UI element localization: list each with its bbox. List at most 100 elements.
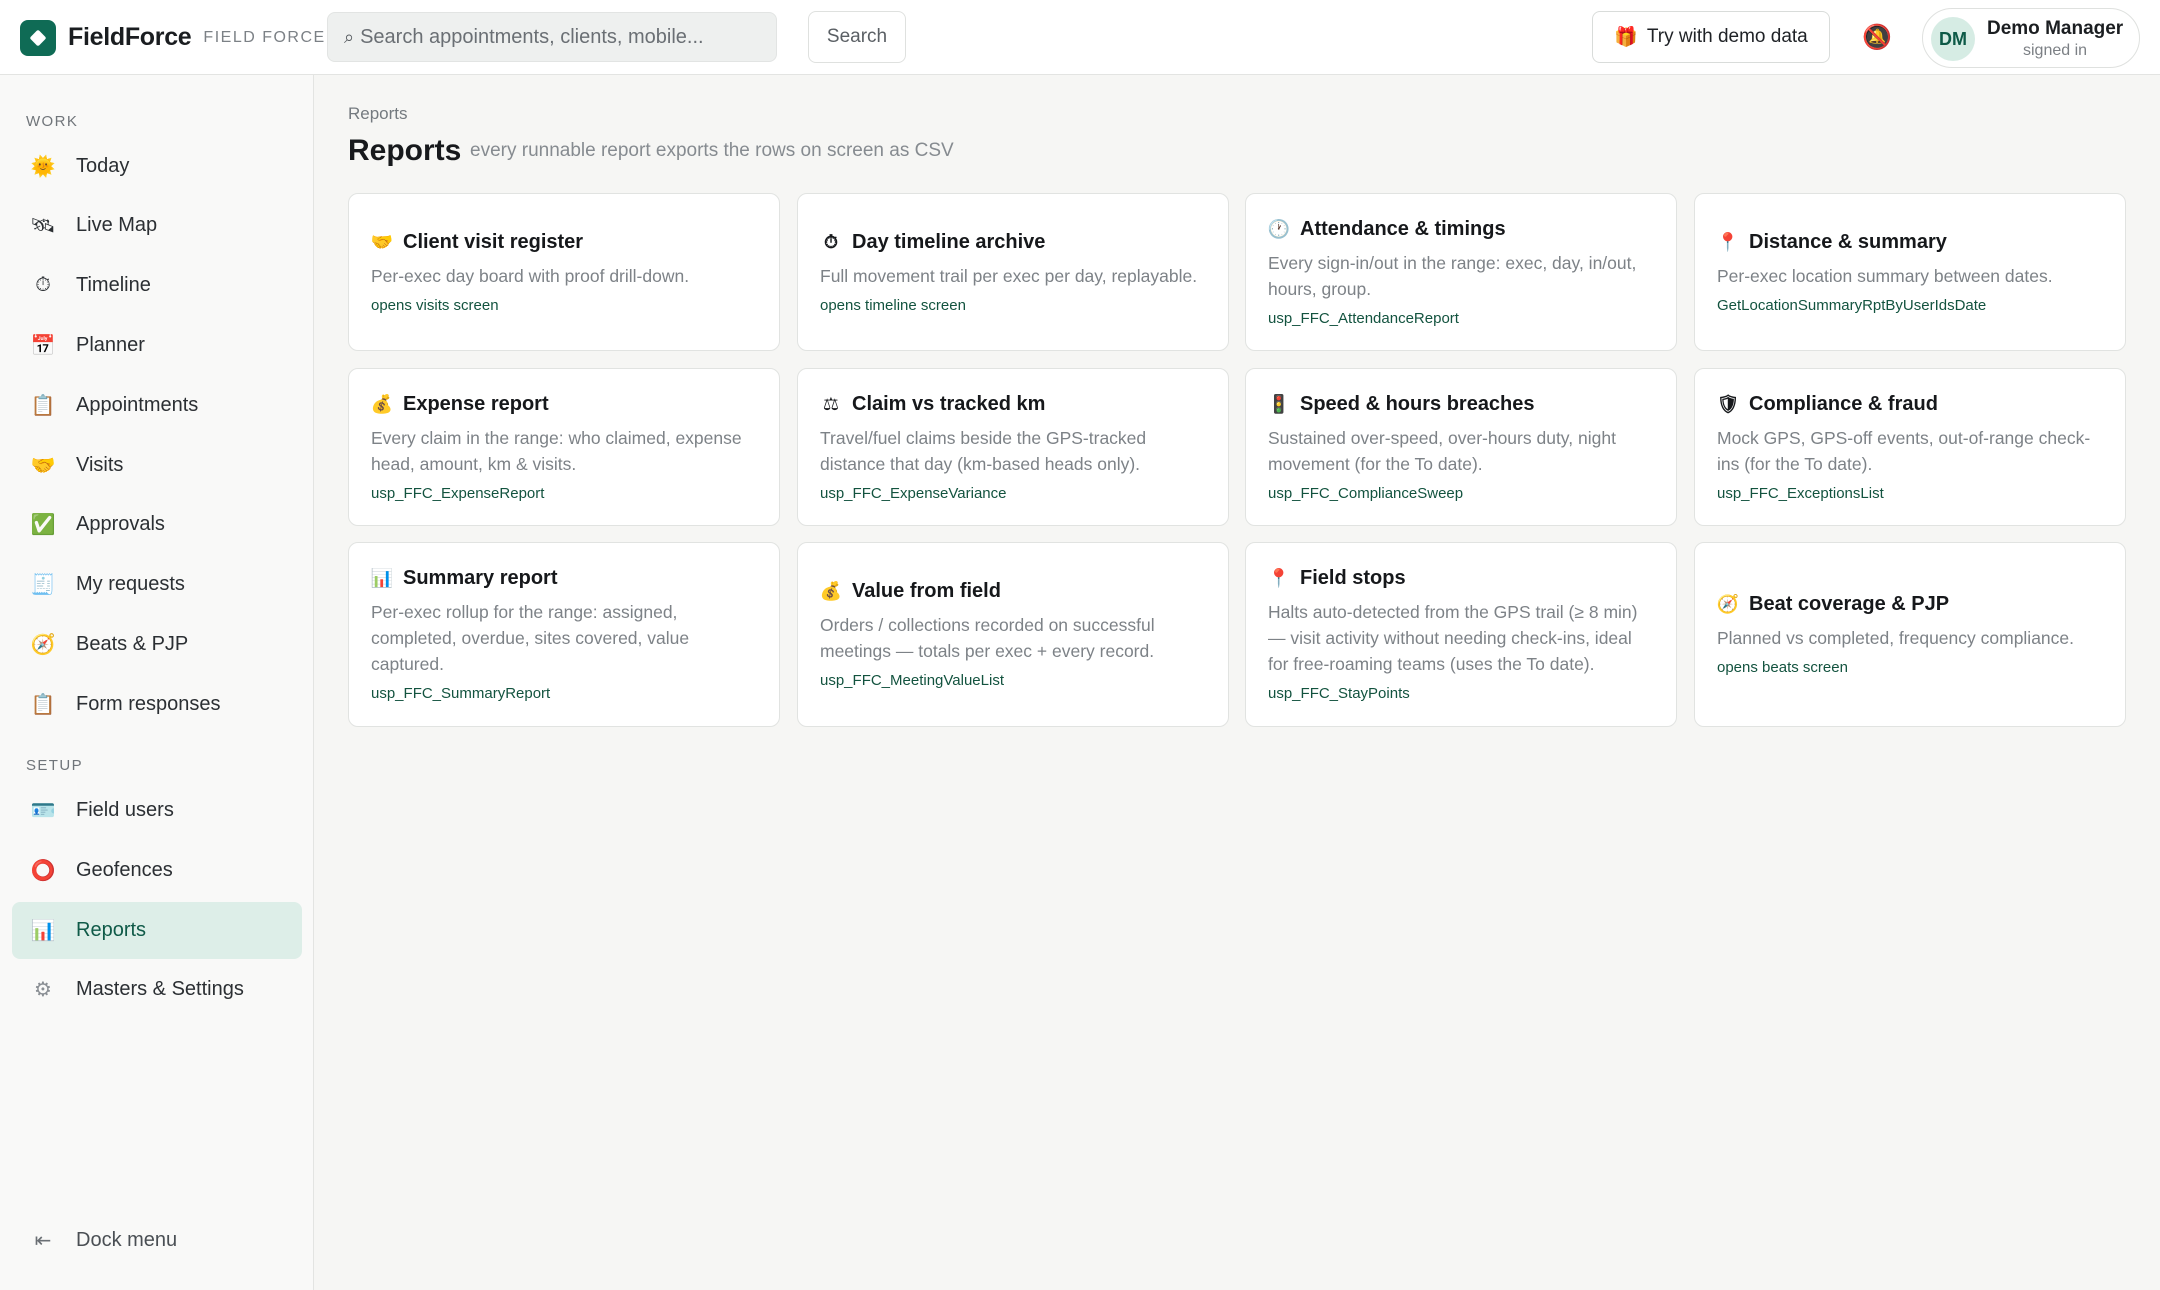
card-description: Orders / collections recorded on success…: [820, 615, 1155, 661]
money-bag-icon: 💰: [819, 581, 843, 601]
sidebar-item-label: Masters & Settings: [76, 978, 244, 1000]
card-title: Claim vs tracked km: [852, 392, 1046, 415]
card-title: Summary report: [403, 567, 558, 589]
card-title: Speed & hours breaches: [1300, 392, 1535, 415]
gear-icon: ⚙: [34, 979, 52, 1001]
brand-logo-icon: [20, 19, 56, 56]
sidebar-item-label: Visits: [76, 454, 124, 476]
report-card-client-visit-register[interactable]: 🤝 Client visit register Per-exec day boar…: [348, 193, 780, 351]
sidebar-item-timeline[interactable]: ⏱ Timeline: [12, 257, 302, 314]
compass-icon: 🧭: [1716, 594, 1740, 614]
card-description: Per-exec rollup for the range: assigned,…: [371, 602, 690, 674]
card-title: Attendance & timings: [1300, 217, 1506, 240]
sidebar-item-form-responses[interactable]: 📋 Form responses: [12, 676, 302, 733]
report-card-summary-report[interactable]: 📊 Summary report Per-exec rollup for the …: [348, 542, 780, 727]
try-demo-data-button[interactable]: 🎁 Try with demo data: [1592, 11, 1830, 63]
sidebar-item-visits[interactable]: 🤝 Visits: [12, 437, 302, 494]
card-source: GetLocationSummaryRptByUserIdsDate: [1717, 296, 1987, 314]
card-source: usp_FFC_AttendanceReport: [1268, 309, 1459, 327]
clock-icon: 🕐: [1267, 218, 1291, 239]
bar-chart-icon: 📊: [30, 920, 56, 942]
shield-icon: 🛡: [1716, 393, 1740, 414]
card-description: Every claim in the range: who claimed, e…: [371, 427, 742, 474]
compass-icon: 🧭: [30, 634, 56, 656]
user-menu[interactable]: DM Demo Manager signed in: [1922, 8, 2140, 68]
handshake-icon: 🤝: [370, 231, 394, 252]
brand-name: FieldForce: [68, 23, 192, 51]
gift-icon: 🎁: [1614, 27, 1638, 48]
report-card-compliance-fraud[interactable]: 🛡 Compliance & fraud Mock GPS, GPS-off ev…: [1694, 368, 2126, 526]
bell-muted-icon[interactable]: 🔕: [1862, 20, 1892, 54]
sidebar-item-label: Approvals: [76, 513, 165, 535]
sidebar-item-my-requests[interactable]: 🧾 My requests: [12, 556, 302, 613]
money-bag-icon: 💰: [370, 393, 394, 414]
card-description: Travel/fuel claims beside the GPS-tracke…: [820, 427, 1147, 474]
stopwatch-icon: ⏱: [823, 231, 839, 252]
report-card-speed-hours-breaches[interactable]: 🚦 Speed & hours breaches Sustained over-s…: [1245, 368, 1677, 526]
handshake-icon: 🤝: [30, 455, 56, 477]
card-description: Every sign-in/out in the range: exec, da…: [1268, 252, 1637, 299]
card-description: Sustained over-speed, over-hours duty, n…: [1268, 427, 1616, 474]
sidebar-item-approvals[interactable]: ✅ Approvals: [12, 496, 302, 553]
search-box[interactable]: ⌕: [327, 12, 777, 62]
card-source: usp_FFC_MeetingValueList: [820, 672, 1004, 689]
card-title: Day timeline archive: [852, 230, 1046, 253]
card-description: Per-exec day board with proof drill-down…: [371, 265, 690, 286]
calendar-icon: 📅: [30, 335, 56, 357]
report-card-expense-report[interactable]: 💰 Expense report Every claim in the range…: [348, 368, 780, 526]
card-description: Halts auto-detected from the GPS trail (…: [1268, 602, 1638, 674]
brand[interactable]: FieldForce FIELD FORCE: [20, 19, 326, 56]
ring-icon: ⭕: [30, 860, 56, 882]
sidebar-item-masters-settings[interactable]: ⚙ Masters & Settings: [12, 961, 302, 1018]
section-title-setup: SETUP: [26, 757, 84, 774]
report-card-value-from-field[interactable]: 💰 Value from field Orders / collections r…: [797, 542, 1229, 727]
card-source: usp_FFC_ComplianceSweep: [1268, 484, 1464, 502]
report-card-attendance-timings[interactable]: 🕐 Attendance & timings Every sign-in/out …: [1245, 193, 1677, 351]
sidebar-item-label: Form responses: [76, 693, 221, 715]
report-card-claim-vs-tracked-km[interactable]: ⚖ Claim vs tracked km Travel/fuel claims …: [797, 368, 1229, 526]
traffic-light-icon: 🚦: [1267, 393, 1291, 414]
report-card-distance-summary[interactable]: 📍 Distance & summary Per-exec location su…: [1694, 193, 2126, 351]
search-button[interactable]: Search: [808, 11, 906, 63]
search-icon: ⌕: [344, 26, 355, 47]
brand-tag: FIELD FORCE: [203, 28, 326, 46]
try-demo-data-label: Try with demo data: [1646, 26, 1808, 47]
search-input[interactable]: [360, 25, 761, 49]
card-source: opens timeline screen: [820, 296, 966, 314]
sidebar-item-today[interactable]: 🌞 Today: [12, 138, 302, 195]
card-source: usp_FFC_ExceptionsList: [1717, 484, 1884, 502]
card-source: usp_FFC_ExpenseVariance: [820, 484, 1007, 502]
sidebar-item-label: Planner: [76, 334, 145, 356]
bar-chart-icon: 📊: [370, 568, 394, 588]
dock-left-icon: ⇤: [34, 1229, 52, 1252]
avatar: DM: [1931, 17, 1975, 61]
card-source: usp_FFC_ExpenseReport: [371, 484, 545, 502]
report-card-day-timeline-archive[interactable]: ⏱ Day timeline archive Full movement trai…: [797, 193, 1229, 351]
sidebar-item-beats-pjp[interactable]: 🧭 Beats & PJP: [12, 616, 302, 673]
sidebar: WORK 🌞 Today 🛰 Live Map ⏱ Timeline 📅 Pla…: [0, 75, 314, 1290]
sidebar-item-geofences[interactable]: ⭕ Geofences: [12, 842, 302, 899]
sidebar-item-appointments[interactable]: 📋 Appointments: [12, 377, 302, 434]
card-title: Value from field: [852, 580, 1001, 602]
dock-menu-button[interactable]: ⇤ Dock menu: [12, 1218, 302, 1262]
receipt-icon: 🧾: [30, 574, 56, 596]
sidebar-item-label: Geofences: [76, 859, 173, 881]
stopwatch-icon: ⏱: [35, 274, 51, 296]
card-source: usp_FFC_StayPoints: [1268, 685, 1410, 702]
page-title: Reports: [348, 134, 462, 167]
sidebar-item-label: Beats & PJP: [76, 633, 189, 655]
card-description: Full movement trail per exec per day, re…: [820, 265, 1198, 286]
user-name: Demo Manager: [1987, 18, 2124, 39]
report-card-field-stops[interactable]: 📍 Field stops Halts auto-detected from th…: [1245, 542, 1677, 727]
scales-icon: ⚖: [822, 393, 840, 414]
sidebar-item-label: My requests: [76, 573, 185, 595]
satellite-icon: 🛰: [30, 215, 56, 237]
card-title: Expense report: [403, 392, 549, 415]
sidebar-item-field-users[interactable]: 🪪 Field users: [12, 782, 302, 839]
sidebar-item-reports[interactable]: 📊 Reports: [12, 902, 302, 959]
breadcrumb[interactable]: Reports: [348, 104, 408, 124]
card-source: opens visits screen: [371, 296, 499, 314]
sidebar-item-live-map[interactable]: 🛰 Live Map: [12, 197, 302, 254]
report-card-beat-coverage-pjp[interactable]: 🧭 Beat coverage & PJP Planned vs complete…: [1694, 542, 2126, 727]
sidebar-item-planner[interactable]: 📅 Planner: [12, 317, 302, 374]
